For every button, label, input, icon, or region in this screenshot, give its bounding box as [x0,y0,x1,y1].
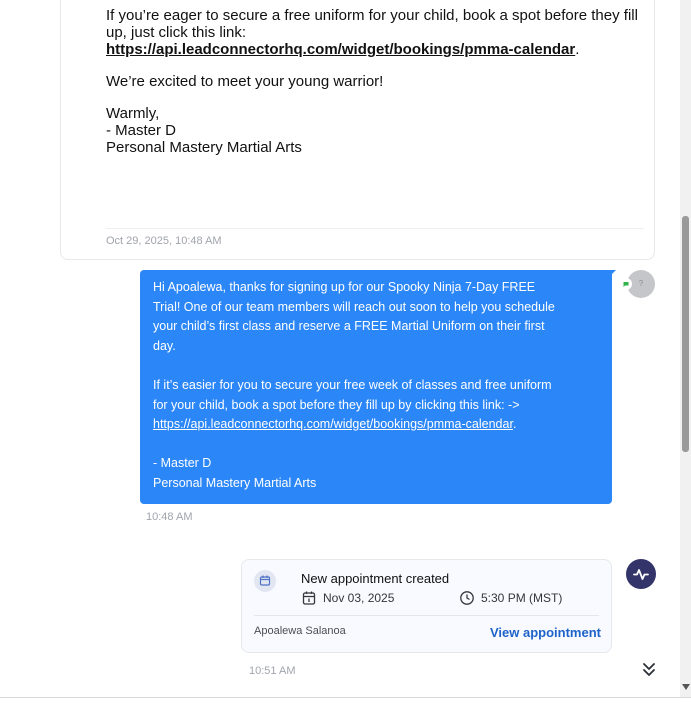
sms-message-bubble: Hi Apoalewa, thanks for signing up for o… [140,270,612,504]
appointment-title: New appointment created [301,571,450,586]
sms-blank-line [153,435,599,455]
email-divider [106,228,644,229]
sms-timestamp: 10:48 AM [146,511,193,523]
sms-link-line: https://api.leadconnectorhq.com/widget/b… [153,415,599,435]
sms-line: Hi Apoalewa, thanks for signing up for o… [153,280,536,294]
bubble-tail [604,270,616,282]
view-appointment-link[interactable]: View appointment [490,625,601,640]
sms-link-suffix: . [512,417,517,432]
scrollbar-thumb[interactable] [682,216,689,452]
sms-icon [620,278,632,290]
scroll-down-arrow[interactable] [682,684,690,690]
sms-line: If it’s easier for you to secure your fr… [153,377,552,392]
sms-line: your child’s first class and reserve a F… [153,319,545,334]
sms-line: - Master D [153,456,212,471]
email-booking-link[interactable]: https://api.leadconnectorhq.com/widget/b… [106,41,575,58]
email-text-line: up, just click this link: [106,24,247,41]
email-body: If you’re eager to secure a free uniform… [106,7,646,171]
appointment-card: New appointment created Nov 03, 2025 5:3… [241,559,612,653]
calendar-icon [254,570,276,592]
appointment-time: 5:30 PM (MST) [481,591,563,605]
appointment-date: Nov 03, 2025 [323,591,395,605]
double-chevron-down-icon[interactable] [636,658,662,682]
appointment-contact-name: Apoalewa Salanoa [254,625,346,637]
email-paragraph-uniform: If you’re eager to secure a free uniform… [106,7,646,58]
signature-line: Warmly, [106,105,160,122]
activity-icon [626,559,656,589]
sms-blank-line [153,356,599,376]
email-paragraph-excited: We’re excited to meet your young warrior… [106,73,384,90]
email-text-line: If you’re eager to secure a free uniform… [106,7,638,24]
date-icon [301,590,317,606]
scrollbar[interactable] [680,0,691,697]
clock-icon [459,590,475,606]
sms-booking-link[interactable]: https://api.leadconnectorhq.com/widget/b… [153,417,513,431]
sms-line: for your child, book a spot before they … [153,397,520,412]
appointment-timestamp: 10:51 AM [249,665,296,677]
sms-line: Trial! One of our team members will reac… [153,299,555,314]
email-link-suffix: . [575,41,580,58]
signature-line: Personal Mastery Martial Arts [106,139,302,156]
email-signature: Warmly, - Master D Personal Mastery Martia… [106,105,646,156]
email-timestamp: Oct 29, 2025, 10:48 AM [106,235,222,247]
bottom-divider [0,697,691,698]
sms-line: day. [153,338,176,353]
sms-line: Personal Mastery Martial Arts [153,475,317,490]
signature-line: - Master D [106,122,177,139]
email-message-card: If you’re eager to secure a free uniform… [60,0,655,260]
appointment-divider [254,615,599,616]
